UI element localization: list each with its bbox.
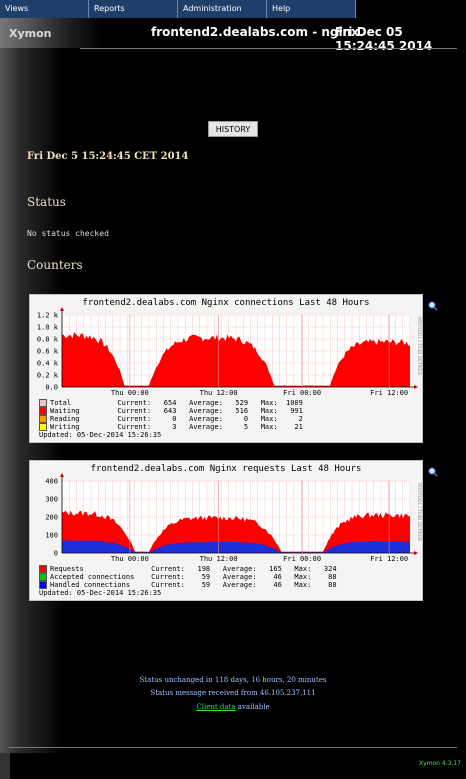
y-tick-label: 0	[54, 550, 58, 558]
page-header: Xymon frontend2.dealabs.com - nginx Fri …	[0, 18, 466, 53]
x-axis-arrow	[414, 551, 418, 555]
y-tick-label: 0.4 k	[37, 360, 59, 368]
x-tick-label: Fri 12:00	[370, 555, 408, 563]
x-axis-arrow	[414, 385, 418, 389]
x-tick-label: Fri 12:00	[370, 389, 408, 397]
legend-text: Waiting Current: 643 Average: 516 Max: 9…	[50, 407, 303, 415]
y-tick-label: 0.6 k	[37, 348, 59, 356]
y-tick-label: 1.0 k	[37, 324, 59, 332]
legend-text: Reading Current: 0 Average: 0 Max: 2	[50, 415, 303, 423]
legend-swatch	[39, 581, 47, 589]
legend-row: Handled connections Current: 59 Average:…	[39, 581, 337, 589]
x-tick-label: Thu 12:00	[200, 555, 238, 563]
footer-divider	[9, 747, 457, 748]
y-tick-label: 100	[45, 532, 58, 540]
status-text: No status checked	[27, 229, 109, 238]
y-tick-label: 0.2 k	[37, 372, 59, 380]
y-axis-arrow	[60, 473, 64, 477]
x-tick-label: Thu 12:00	[200, 389, 238, 397]
y-tick-label: 1.2 k	[37, 312, 59, 320]
updated-timestamp: Updated: 05-Dec-2014 15:26:35	[39, 589, 162, 597]
graph-legend: Requests Current: 198 Average: 165 Max: …	[39, 565, 337, 597]
legend-row: Writing Current: 3 Average: 5 Max: 21	[39, 423, 303, 431]
menu-administration[interactable]: Administration	[178, 0, 267, 18]
status-received: Status message received from 46.105.237.…	[150, 689, 316, 697]
legend-row: Reading Current: 0 Average: 0 Max: 2	[39, 415, 303, 423]
legend-row: Accepted connections Current: 59 Average…	[39, 573, 337, 581]
y-tick-label: 0.0	[45, 384, 58, 392]
y-tick-label: 0.8 k	[37, 336, 59, 344]
legend-text: Total Current: 654 Average: 529 Max: 100…	[50, 399, 303, 407]
status-date: Fri Dec 5 15:24:45 CET 2014	[27, 151, 189, 162]
legend-row: Requests Current: 198 Average: 165 Max: …	[39, 565, 337, 573]
legend-swatch	[39, 573, 47, 581]
updated-timestamp: Updated: 05-Dec-2014 15:26:35	[39, 431, 162, 439]
menu-reports[interactable]: Reports	[89, 0, 178, 18]
legend-swatch	[39, 423, 47, 431]
menu-bar: Views Reports Administration Help	[0, 0, 356, 19]
legend-text: Accepted connections Current: 59 Average…	[50, 573, 337, 581]
legend-row: Waiting Current: 643 Average: 516 Max: 9…	[39, 407, 303, 415]
history-button[interactable]: HISTORY	[208, 121, 258, 137]
legend-swatch	[39, 565, 47, 573]
menu-help[interactable]: Help	[267, 0, 356, 18]
x-tick-label: Thu 00:00	[111, 389, 149, 397]
legend-swatch	[39, 399, 47, 407]
y-tick-label: 300	[45, 496, 58, 504]
host-title: frontend2.dealabs.com - nginx	[151, 25, 359, 39]
legend-text: Handled connections Current: 59 Average:…	[50, 581, 337, 589]
legend-row: Total Current: 654 Average: 529 Max: 100…	[39, 399, 303, 407]
y-tick-label: 200	[45, 514, 58, 522]
client-data-line: Client data available	[0, 703, 466, 711]
rrdtool-credit: RRDTOOL / TOBI OETIKER	[416, 317, 422, 375]
xymon-version: Xymon 4.3.17	[419, 760, 461, 767]
status-heading: Status	[27, 195, 66, 209]
client-data-rest: available	[235, 703, 270, 711]
x-tick-label: Fri 00:00	[283, 389, 321, 397]
legend-text: Writing Current: 3 Average: 5 Max: 21	[50, 423, 303, 431]
y-tick-label: 400	[45, 478, 58, 486]
graph-legend: Total Current: 654 Average: 529 Max: 100…	[39, 399, 303, 439]
requests-graph[interactable]: frontend2.dealabs.com Nginx requests Las…	[29, 460, 423, 601]
menu-views[interactable]: Views	[0, 0, 89, 18]
x-tick-label: Fri 00:00	[283, 555, 321, 563]
status-unchanged: Status unchanged in 118 days, 16 hours, …	[139, 676, 327, 684]
zoom-icon[interactable]	[428, 296, 438, 311]
x-tick-label: Thu 00:00	[111, 555, 149, 563]
counters-heading: Counters	[27, 258, 83, 272]
client-data-link[interactable]: Client data	[196, 703, 235, 711]
xymon-logo: Xymon	[9, 27, 52, 40]
y-axis-arrow	[60, 307, 64, 311]
rrdtool-credit: RRDTOOL / TOBI OETIKER	[416, 483, 422, 541]
legend-swatch	[39, 407, 47, 415]
legend-swatch	[39, 415, 47, 423]
left-gradient-bottom	[0, 753, 10, 779]
connections-graph[interactable]: frontend2.dealabs.com Nginx connections …	[29, 294, 423, 443]
legend-text: Requests Current: 198 Average: 165 Max: …	[50, 565, 337, 573]
zoom-icon[interactable]	[428, 462, 438, 477]
